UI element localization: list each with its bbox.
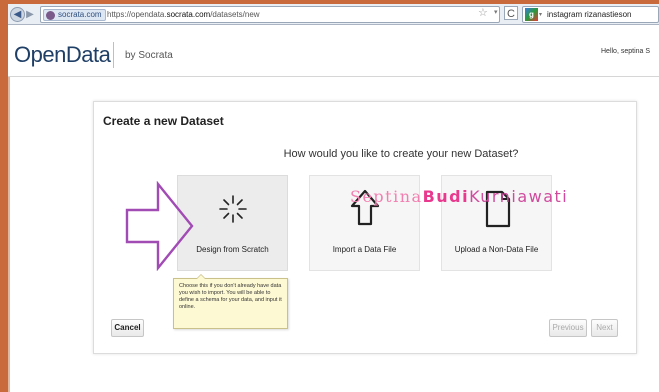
- previous-button[interactable]: Previous: [549, 319, 587, 337]
- site-badge-label: socrata.com: [58, 10, 102, 19]
- site-identity-badge[interactable]: socrata.com: [43, 9, 106, 21]
- reload-icon[interactable]: C: [504, 6, 518, 20]
- search-engine-dropdown-icon[interactable]: ▾: [539, 11, 542, 18]
- url-prefix: https://opendata.: [107, 10, 167, 19]
- watermark-part2: Budi: [422, 187, 470, 206]
- favicon-icon: [46, 11, 55, 20]
- search-input[interactable]: g ▾ instagram rizanastieson: [522, 6, 659, 23]
- forward-icon[interactable]: ▶: [24, 9, 36, 21]
- search-text: instagram rizanastieson: [547, 10, 632, 19]
- dialog-question-text: How would you like to create your new Da…: [283, 148, 519, 160]
- option-label: Upload a Non-Data File: [454, 245, 539, 254]
- logo-open-text: Open: [14, 42, 66, 67]
- option-label: Import a Data File: [332, 245, 397, 254]
- watermark-part1: Septina: [350, 187, 423, 206]
- tooltip-text: Choose this if you don't already have da…: [179, 283, 282, 310]
- browser-toolbar: ◀ ▶ socrata.com https://opendata.socrata…: [8, 4, 659, 25]
- url-path: /datasets/new: [210, 10, 260, 19]
- site-header: OpenData by Socrata Hello, septina S: [8, 25, 659, 77]
- bookmark-star-icon[interactable]: ☆: [478, 6, 488, 19]
- back-icon[interactable]: ◀: [10, 7, 25, 22]
- address-bar[interactable]: socrata.com https://opendata.socrata.com…: [40, 6, 500, 23]
- url-text[interactable]: https://opendata.socrata.com/datasets/ne…: [107, 10, 260, 19]
- watermark-part3: Kurniawati: [469, 187, 569, 206]
- logo-data-text: Data: [65, 42, 111, 67]
- sparkle-icon: [219, 195, 247, 223]
- opendata-logo[interactable]: OpenData: [14, 42, 111, 68]
- history-dropdown-icon[interactable]: ▾: [494, 8, 498, 16]
- window-frame-left: [0, 0, 8, 392]
- scratch-tooltip: Choose this if you don't already have da…: [173, 274, 288, 329]
- google-icon[interactable]: g: [525, 8, 538, 21]
- dialog-question: How would you like to create your new Da…: [94, 148, 638, 160]
- cancel-button[interactable]: Cancel: [111, 319, 144, 337]
- logo-divider: [113, 42, 114, 68]
- watermark: SeptinaBudiKurniawati: [350, 187, 568, 207]
- dialog-title: Create a new Dataset: [103, 114, 224, 128]
- next-button[interactable]: Next: [591, 319, 618, 337]
- by-socrata-label: by Socrata: [125, 50, 173, 61]
- user-greeting[interactable]: Hello, septina S: [601, 48, 650, 55]
- tooltip-caret: [196, 274, 206, 279]
- url-domain: socrata.com: [166, 10, 211, 19]
- annotation-arrow-icon: [125, 181, 194, 271]
